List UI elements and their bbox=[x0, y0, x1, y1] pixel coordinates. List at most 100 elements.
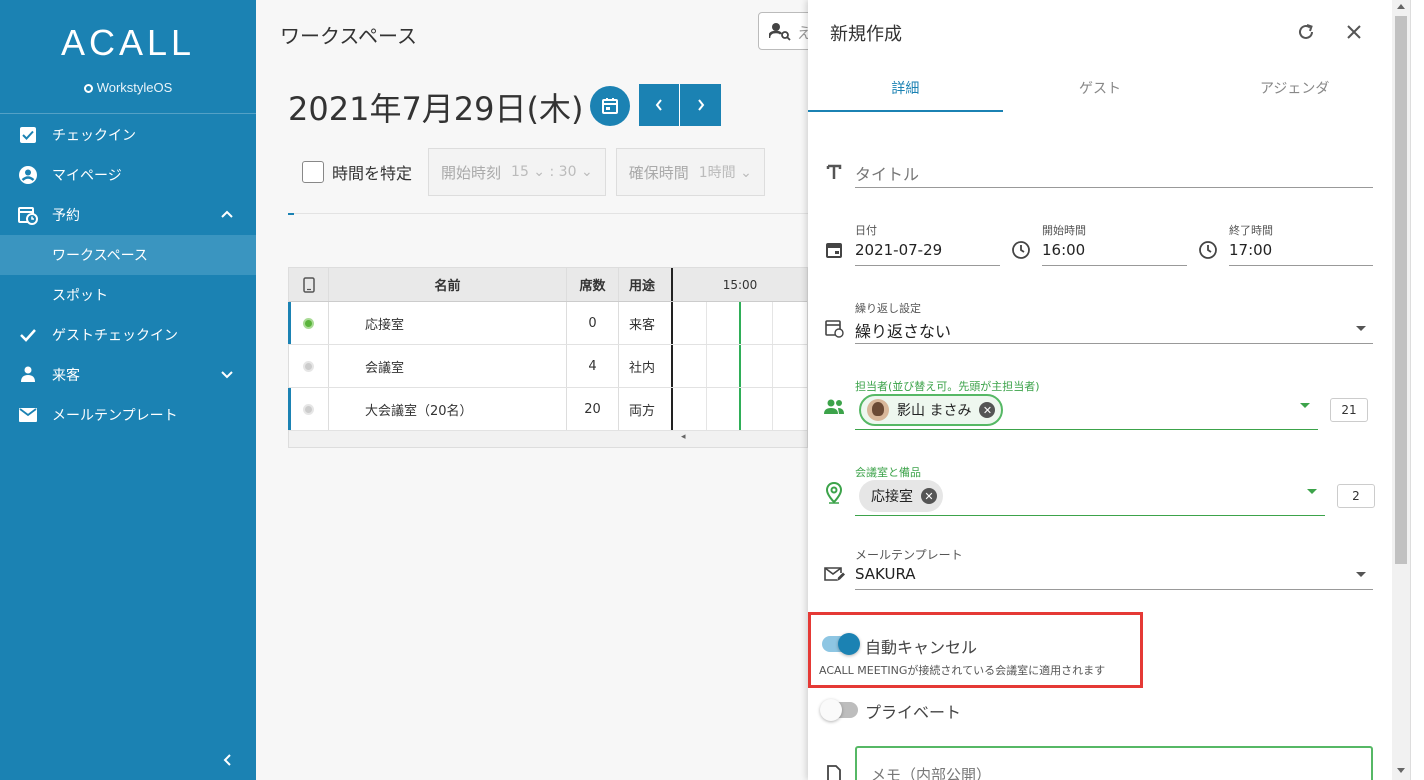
table-header: 名前 席数 用途 15:00 bbox=[289, 268, 807, 302]
check-icon bbox=[18, 325, 38, 345]
end-time-label: 終了時間 bbox=[1229, 224, 1273, 237]
remove-chip-icon[interactable]: ✕ bbox=[979, 402, 996, 418]
date-title: 2021年7月29日(木) bbox=[288, 90, 584, 128]
remove-chip-icon[interactable]: ✕ bbox=[921, 488, 937, 504]
sidebar-item-workspace[interactable]: ワークスペース bbox=[0, 235, 256, 275]
tab-agenda[interactable]: アジェンダ bbox=[1197, 64, 1392, 112]
status-dot bbox=[303, 403, 314, 415]
time-filter-row: 時間を特定 開始時刻 15 ⌄ : 30 ⌄ 確保時間 1時間 ⌄ bbox=[302, 148, 775, 196]
room-dropdown-icon[interactable] bbox=[1307, 489, 1317, 494]
end-clock-icon bbox=[1196, 238, 1220, 262]
sidebar-item-guest-checkin[interactable]: ゲストチェックイン bbox=[0, 315, 256, 355]
table-row[interactable]: 大会議室（20名） 20 両方 bbox=[288, 388, 807, 431]
end-underline bbox=[1229, 265, 1373, 266]
chevron-down-icon bbox=[220, 367, 234, 385]
people-icon bbox=[822, 395, 846, 419]
scroll-up-icon[interactable] bbox=[1397, 4, 1405, 9]
mail-template-select[interactable]: SAKURA bbox=[855, 565, 916, 583]
sidebar-collapse-button[interactable] bbox=[215, 748, 239, 772]
title-underline bbox=[855, 187, 1373, 188]
room-seats: 0 bbox=[567, 302, 619, 344]
tab-guests[interactable]: ゲスト bbox=[1003, 64, 1198, 112]
panel-tabs: 詳細 ゲスト アジェンダ bbox=[808, 64, 1392, 112]
divider bbox=[288, 213, 808, 214]
device-status bbox=[289, 388, 329, 430]
mail-edit-icon bbox=[822, 563, 846, 587]
account-icon bbox=[18, 165, 38, 185]
start-time-input[interactable]: 16:00 bbox=[1042, 241, 1085, 259]
auto-cancel-toggle[interactable] bbox=[822, 633, 860, 655]
scroll-left-icon[interactable]: ◂ bbox=[681, 432, 686, 442]
scroll-down-icon[interactable] bbox=[1397, 768, 1405, 773]
duration-value: 1時間 ⌄ bbox=[698, 165, 752, 181]
panel-title: 新規作成 bbox=[830, 24, 902, 45]
refresh-button[interactable] bbox=[1294, 20, 1318, 44]
mail-dropdown-icon[interactable] bbox=[1356, 572, 1366, 577]
workstyleos-logo: WorkstyleOS bbox=[0, 80, 256, 95]
repeat-dropdown-icon[interactable] bbox=[1356, 326, 1366, 331]
room-name: 応接室 bbox=[329, 302, 567, 344]
room-count-badge: 2 bbox=[1337, 484, 1375, 508]
room-name: 大会議室（20名） bbox=[329, 388, 567, 430]
owner-dropdown-icon[interactable] bbox=[1300, 403, 1310, 408]
timeline-scrollbar[interactable]: ◂ bbox=[289, 431, 807, 447]
prev-day-button[interactable] bbox=[639, 84, 680, 126]
start-hour-value: 15 ⌄ : 30 ⌄ bbox=[511, 164, 593, 180]
sidebar-item-checkin[interactable]: チェックイン bbox=[0, 115, 256, 155]
tab-details[interactable]: 詳細 bbox=[808, 64, 1003, 112]
sidebar-item-label: マイページ bbox=[52, 168, 122, 184]
chevron-up-icon bbox=[220, 207, 234, 225]
end-time-input[interactable]: 17:00 bbox=[1229, 241, 1272, 259]
tablet-icon bbox=[302, 276, 315, 293]
private-label: プライベート bbox=[865, 703, 962, 722]
private-toggle[interactable] bbox=[820, 699, 858, 721]
sidebar-item-label: ゲストチェックイン bbox=[52, 328, 178, 344]
mail-icon bbox=[18, 405, 38, 425]
panel-scrollbar[interactable] bbox=[1392, 0, 1410, 780]
repeat-label: 繰り返し設定 bbox=[855, 302, 921, 315]
title-input[interactable]: タイトル bbox=[855, 161, 919, 185]
date-icon bbox=[822, 238, 846, 262]
owner-chip[interactable]: 影山 まさみ ✕ bbox=[859, 394, 1004, 426]
specify-time-checkbox[interactable] bbox=[302, 161, 324, 183]
sidebar-item-mypage[interactable]: マイページ bbox=[0, 155, 256, 195]
timeline-cell[interactable] bbox=[673, 302, 807, 344]
start-time-select[interactable]: 開始時刻 15 ⌄ : 30 ⌄ bbox=[428, 148, 606, 196]
repeat-underline bbox=[855, 343, 1373, 344]
sidebar-item-mail-template[interactable]: メールテンプレート bbox=[0, 395, 256, 435]
acall-logo: ACALL bbox=[60, 22, 196, 63]
duration-label: 確保時間 bbox=[628, 163, 689, 182]
status-dot bbox=[303, 360, 314, 372]
sidebar-item-spot[interactable]: スポット bbox=[0, 275, 256, 315]
location-pin-icon bbox=[822, 481, 846, 505]
start-underline bbox=[1042, 265, 1187, 266]
room-chip-label: 応接室 bbox=[871, 489, 913, 505]
start-time-label: 開始時間 bbox=[1042, 224, 1086, 237]
duration-select[interactable]: 確保時間 1時間 ⌄ bbox=[615, 148, 765, 196]
next-day-button[interactable] bbox=[680, 84, 721, 126]
sidebar-item-reservation[interactable]: 予約 bbox=[0, 195, 256, 235]
close-button[interactable] bbox=[1342, 20, 1366, 44]
table-row[interactable]: 応接室 0 来客 bbox=[288, 302, 807, 345]
room-table: 名前 席数 用途 15:00 応接室 0 来客 会議室 4 社内 大会議室（20… bbox=[288, 267, 808, 448]
room-chip[interactable]: 応接室 ✕ bbox=[859, 480, 943, 512]
calendar-button[interactable] bbox=[590, 86, 630, 126]
sidebar: ACALL WorkstyleOS チェックイン マイページ 予約 ワークスペー… bbox=[0, 0, 256, 780]
room-use: 来客 bbox=[619, 302, 673, 344]
memo-textarea[interactable]: メモ（内部公開） bbox=[855, 746, 1373, 780]
timeline-cell[interactable] bbox=[673, 345, 807, 387]
sidebar-item-visitor[interactable]: 来客 bbox=[0, 355, 256, 395]
title-icon bbox=[822, 160, 846, 184]
table-row[interactable]: 会議室 4 社内 bbox=[289, 345, 807, 388]
timeline-cell[interactable] bbox=[673, 388, 807, 430]
scroll-thumb[interactable] bbox=[1395, 16, 1407, 564]
start-clock-icon bbox=[1009, 238, 1033, 262]
owner-chip-label: 影山 まさみ bbox=[897, 403, 972, 419]
new-reservation-panel: 新規作成 詳細 ゲスト アジェンダ タイトル 日付 2021-07-29 開始時… bbox=[808, 0, 1392, 780]
date-input[interactable]: 2021-07-29 bbox=[855, 241, 942, 259]
device-header bbox=[289, 268, 329, 301]
chevron-left-icon bbox=[223, 754, 231, 766]
repeat-select[interactable]: 繰り返さない bbox=[855, 318, 951, 342]
use-header: 用途 bbox=[619, 268, 673, 301]
device-status bbox=[289, 345, 329, 387]
